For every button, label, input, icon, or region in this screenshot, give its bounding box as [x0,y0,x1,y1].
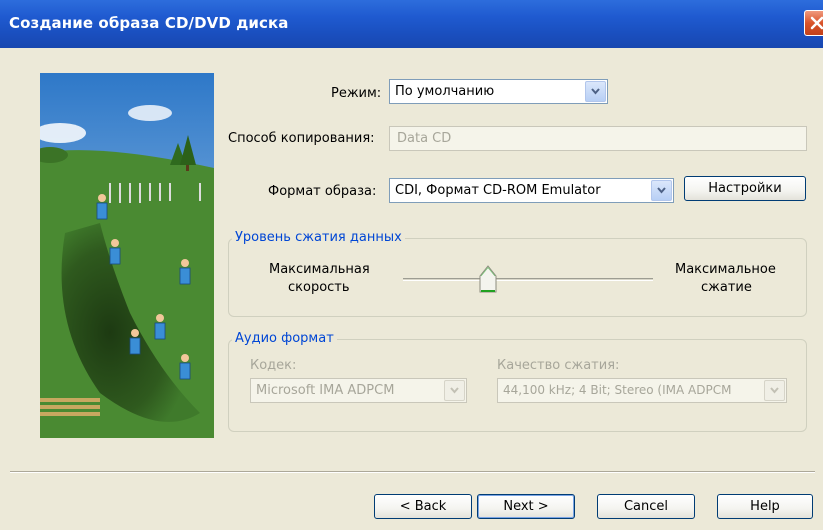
close-button[interactable] [804,10,823,36]
compression-slider-thumb[interactable] [478,264,498,294]
help-button[interactable]: Help [717,494,813,519]
quality-select[interactable]: 44,100 kHz; 4 Bit; Stereo (IMA ADPCM [497,378,787,403]
window-title: Создание образа CD/DVD диска [9,14,289,32]
close-icon [810,16,823,30]
image-format-select[interactable]: CDI, Формат CD-ROM Emulator [389,178,674,203]
max-compression-label: Максимальное [675,262,776,277]
chevron-down-icon [764,380,785,401]
mode-label: Режим: [331,86,382,101]
codec-value: Microsoft IMA ADPCM [256,383,395,398]
codec-select[interactable]: Microsoft IMA ADPCM [250,378,467,403]
max-compression-label-2: сжатие [701,280,752,295]
quality-label: Качество сжатия: [497,358,620,373]
mode-select-value: По умолчанию [395,84,495,99]
image-format-value: CDI, Формат CD-ROM Emulator [395,183,601,198]
codec-label: Кодек: [250,358,297,373]
wizard-illustration [40,73,214,438]
audio-group-title: Аудио формат [232,331,337,346]
chevron-down-icon [444,380,465,401]
quality-value: 44,100 kHz; 4 Bit; Stereo (IMA ADPCM [503,383,732,397]
footer-separator [10,471,815,473]
chevron-down-icon[interactable] [651,180,672,201]
copy-method-value: Data CD [397,131,452,146]
title-bar: Создание образа CD/DVD диска [0,0,823,48]
compression-group-title: Уровень сжатия данных [232,230,405,245]
mode-select[interactable]: По умолчанию [389,79,608,104]
max-speed-label-2: скорость [288,280,350,295]
copy-method-field: Data CD [389,126,807,151]
chevron-down-icon[interactable] [585,81,606,102]
cancel-button[interactable]: Cancel [597,494,695,519]
next-button[interactable]: Next > [477,494,575,519]
copy-method-label: Способ копирования: [228,131,375,146]
compression-slider-track[interactable] [403,278,653,281]
max-speed-label: Максимальная [269,262,370,277]
back-button[interactable]: < Back [374,494,472,519]
image-format-label: Формат образа: [268,184,377,199]
settings-button[interactable]: Настройки [684,176,806,201]
